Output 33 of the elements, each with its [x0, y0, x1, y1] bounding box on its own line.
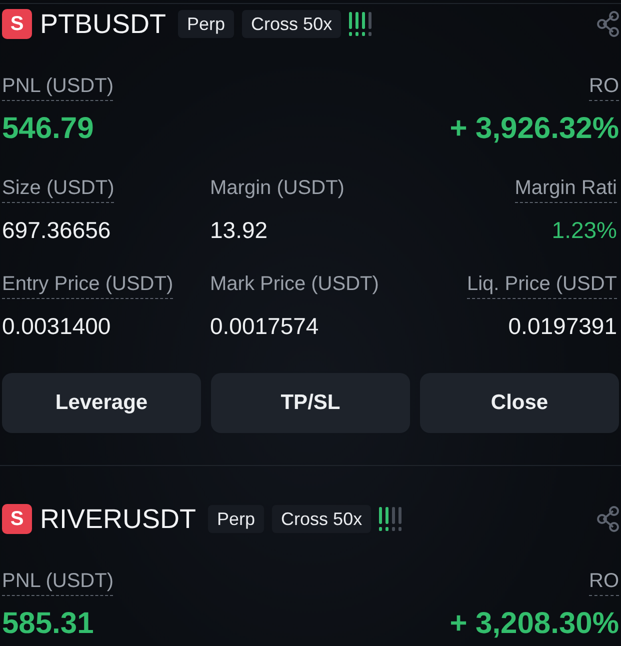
roi-label: RO: [589, 570, 619, 596]
token-logo: S: [2, 504, 32, 534]
position-tag: Cross 50x: [272, 505, 372, 533]
pnl-label: PNL (USDT): [2, 75, 114, 101]
position-tag: Cross 50x: [242, 10, 342, 38]
field-label: Size (USDT): [2, 177, 114, 203]
field-value: 697.36656: [2, 216, 111, 244]
field-label: Entry Price (USDT): [2, 273, 174, 299]
action-button[interactable]: Leverage: [2, 373, 201, 433]
roi-value: + 3,926.32%: [450, 111, 619, 147]
field-value: 1.23%: [552, 216, 617, 244]
action-button[interactable]: Close: [420, 373, 619, 433]
field-label: Liq. Price (USDT: [466, 273, 617, 299]
field-value: 0.0031400: [2, 312, 111, 340]
field-value: 0.0197391: [508, 312, 617, 340]
roi-value: + 3,208.30%: [450, 606, 619, 642]
share-icon[interactable]: [597, 506, 619, 532]
position-tag: Perp: [178, 10, 234, 38]
field-label: Mark Price (USDT): [210, 273, 379, 297]
position-tag: Perp: [208, 505, 264, 533]
symbol-title: PTBUSDT: [40, 8, 166, 40]
share-icon[interactable]: [597, 11, 619, 37]
pnl-label: PNL (USDT): [2, 570, 114, 596]
field-label: Margin (USDT): [210, 177, 344, 201]
symbol-title: RIVERUSDT: [40, 503, 196, 535]
roi-label: RO: [589, 75, 619, 101]
token-logo: S: [2, 9, 32, 39]
field-value: 13.92: [210, 216, 268, 244]
pnl-value: 585.31: [2, 606, 94, 642]
field-label: Margin Rati: [514, 177, 617, 203]
action-button[interactable]: TP/SL: [211, 373, 410, 433]
field-value: 0.0017574: [210, 312, 319, 340]
pnl-value: 546.79: [2, 111, 94, 147]
